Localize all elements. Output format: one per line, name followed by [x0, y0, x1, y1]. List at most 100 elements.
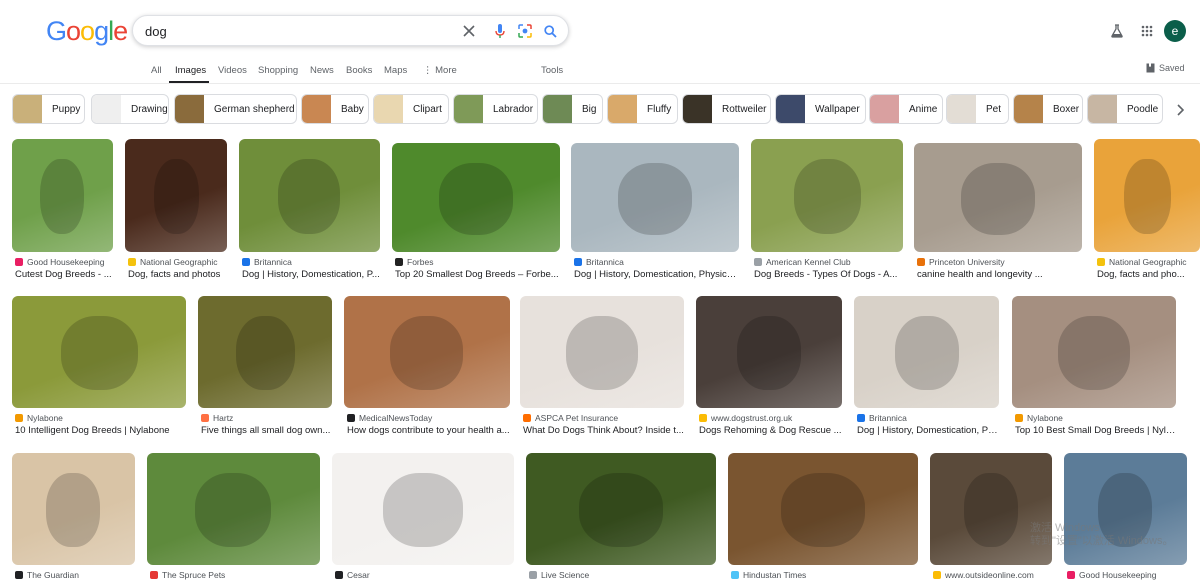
image-result[interactable]: Hartz Five things all small dog own...: [198, 296, 332, 440]
tab-all[interactable]: All: [151, 65, 162, 76]
result-thumbnail[interactable]: [12, 296, 186, 408]
image-result[interactable]: National Geographic Dog, facts and photos: [125, 139, 227, 284]
result-thumbnail[interactable]: [1064, 453, 1187, 565]
result-source[interactable]: The Spruce Pets: [150, 570, 320, 580]
result-title[interactable]: Dog | History, Domestication, P...: [242, 269, 380, 280]
result-thumbnail[interactable]: [696, 296, 842, 408]
apps-grid-icon[interactable]: [1138, 22, 1156, 40]
result-title[interactable]: Top 20 Smallest Dog Breeds – Forbe...: [395, 269, 560, 280]
image-result[interactable]: Nylabone 10 Intelligent Dog Breeds | Nyla…: [12, 296, 186, 440]
image-result[interactable]: Live Science: [526, 453, 716, 580]
chip-scroll-next-button[interactable]: [1170, 100, 1190, 120]
result-thumbnail[interactable]: [12, 139, 113, 252]
result-source[interactable]: Good Housekeeping: [15, 257, 113, 267]
image-result[interactable]: American Kennel Club Dog Breeds - Types O…: [751, 139, 903, 284]
avatar[interactable]: e: [1164, 20, 1186, 42]
chip-pet[interactable]: Pet: [946, 94, 1009, 124]
saved-button[interactable]: Saved: [1146, 63, 1185, 73]
result-thumbnail[interactable]: [392, 143, 560, 252]
image-result[interactable]: Hindustan Times: [728, 453, 918, 580]
result-thumbnail[interactable]: [526, 453, 716, 565]
chip-clipart[interactable]: Clipart: [373, 94, 449, 124]
image-result[interactable]: National Geographic Dog, facts and pho...: [1094, 139, 1200, 284]
result-title[interactable]: Dog Breeds - Types Of Dogs - A...: [754, 269, 903, 280]
chip-drawing[interactable]: Drawing: [91, 94, 169, 124]
result-title[interactable]: Dog, facts and pho...: [1097, 269, 1200, 280]
result-source[interactable]: Forbes: [395, 257, 560, 267]
result-thumbnail[interactable]: [239, 139, 380, 252]
result-source[interactable]: Britannica: [242, 257, 380, 267]
result-thumbnail[interactable]: [854, 296, 999, 408]
result-source[interactable]: ASPCA Pet Insurance: [523, 413, 684, 423]
chip-labrador[interactable]: Labrador: [453, 94, 538, 124]
close-icon[interactable]: [460, 22, 478, 40]
search-input[interactable]: [145, 22, 445, 40]
tab-news[interactable]: News: [310, 65, 334, 76]
image-result[interactable]: Good Housekeeping: [1064, 453, 1187, 580]
tab-maps[interactable]: Maps: [384, 65, 407, 76]
result-title[interactable]: Five things all small dog own...: [201, 425, 332, 436]
result-title[interactable]: Dogs Rehoming & Dog Rescue ...: [699, 425, 842, 436]
result-thumbnail[interactable]: [751, 139, 903, 252]
result-thumbnail[interactable]: [728, 453, 918, 565]
chip-big[interactable]: Big: [542, 94, 603, 124]
result-thumbnail[interactable]: [914, 143, 1082, 252]
chip-anime[interactable]: Anime: [869, 94, 943, 124]
result-source[interactable]: MedicalNewsToday: [347, 413, 510, 423]
tools-button[interactable]: Tools: [541, 65, 563, 76]
result-source[interactable]: Princeton University: [917, 257, 1082, 267]
image-result[interactable]: Princeton University canine health and lo…: [914, 143, 1082, 284]
tab-videos[interactable]: Videos: [218, 65, 247, 76]
result-title[interactable]: What Do Dogs Think About? Inside t...: [523, 425, 684, 436]
flask-icon[interactable]: [1108, 22, 1126, 40]
microphone-icon[interactable]: [491, 22, 509, 40]
lens-icon[interactable]: [516, 22, 534, 40]
result-title[interactable]: How dogs contribute to your health a...: [347, 425, 510, 436]
result-thumbnail[interactable]: [571, 143, 739, 252]
result-title[interactable]: Top 10 Best Small Dog Breeds | Nylab...: [1015, 425, 1176, 436]
result-title[interactable]: Cutest Dog Breeds - ...: [15, 269, 113, 280]
image-result[interactable]: Britannica Dog | History, Domestication, …: [854, 296, 999, 440]
result-thumbnail[interactable]: [125, 139, 227, 252]
image-result[interactable]: MedicalNewsToday How dogs contribute to y…: [344, 296, 510, 440]
image-result[interactable]: www.outsideonline.com: [930, 453, 1052, 580]
chip-boxer[interactable]: Boxer: [1013, 94, 1083, 124]
result-source[interactable]: Britannica: [574, 257, 739, 267]
image-result[interactable]: Britannica Dog | History, Domestication, …: [239, 139, 380, 284]
tab-shopping[interactable]: Shopping: [258, 65, 298, 76]
result-source[interactable]: Hartz: [201, 413, 332, 423]
result-thumbnail[interactable]: [147, 453, 320, 565]
result-source[interactable]: Hindustan Times: [731, 570, 918, 580]
result-thumbnail[interactable]: [12, 453, 135, 565]
image-result[interactable]: Britannica Dog | History, Domestication, …: [571, 143, 739, 284]
search-icon[interactable]: [541, 22, 559, 40]
google-logo[interactable]: Google: [46, 18, 128, 45]
result-title[interactable]: canine health and longevity ...: [917, 269, 1082, 280]
result-thumbnail[interactable]: [1012, 296, 1176, 408]
result-source[interactable]: Cesar: [335, 570, 514, 580]
chip-baby[interactable]: Baby: [301, 94, 369, 124]
image-result[interactable]: Nylabone Top 10 Best Small Dog Breeds | N…: [1012, 296, 1176, 440]
image-result[interactable]: The Guardian: [12, 453, 135, 580]
result-source[interactable]: www.dogstrust.org.uk: [699, 413, 842, 423]
image-result[interactable]: ASPCA Pet Insurance What Do Dogs Think Ab…: [520, 296, 684, 440]
result-source[interactable]: Nylabone: [1015, 413, 1176, 423]
result-source[interactable]: National Geographic: [128, 257, 227, 267]
result-title[interactable]: Dog | History, Domestication, Physica...: [574, 269, 739, 280]
image-result[interactable]: Good Housekeeping Cutest Dog Breeds - ...: [12, 139, 113, 284]
tab-images[interactable]: Images: [175, 65, 206, 76]
image-result[interactable]: Forbes Top 20 Smallest Dog Breeds – Forbe…: [392, 143, 560, 284]
result-source[interactable]: Britannica: [857, 413, 999, 423]
result-thumbnail[interactable]: [1094, 139, 1200, 252]
result-title[interactable]: 10 Intelligent Dog Breeds | Nylabone: [15, 425, 186, 436]
result-title[interactable]: Dog, facts and photos: [128, 269, 227, 280]
result-thumbnail[interactable]: [332, 453, 514, 565]
image-result[interactable]: Cesar: [332, 453, 514, 580]
chip-poodle[interactable]: Poodle: [1087, 94, 1163, 124]
result-source[interactable]: Good Housekeeping: [1067, 570, 1187, 580]
chip-rottweiler[interactable]: Rottweiler: [682, 94, 771, 124]
tab-books[interactable]: Books: [346, 65, 372, 76]
image-result[interactable]: The Spruce Pets: [147, 453, 320, 580]
result-title[interactable]: Dog | History, Domestication, Ph...: [857, 425, 999, 436]
result-source[interactable]: American Kennel Club: [754, 257, 903, 267]
